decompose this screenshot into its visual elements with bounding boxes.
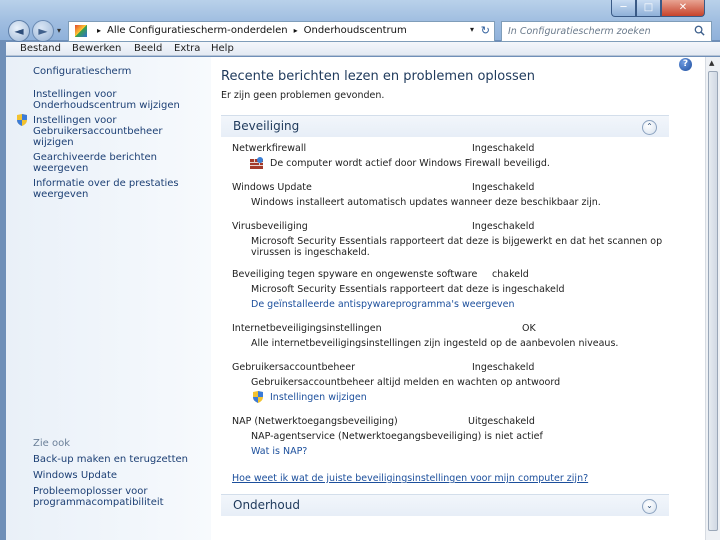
security-item-description: De computer wordt actief door Windows Fi… <box>270 158 550 169</box>
control-panel-icon <box>75 25 87 37</box>
expand-chevron-down-icon[interactable]: ⌄ <box>642 499 657 514</box>
security-item-description: Gebruikersaccountbeheer altijd melden en… <box>251 377 561 388</box>
maintenance-section-header[interactable]: Onderhoud ⌄ <box>221 494 669 516</box>
page-subtitle: Er zijn geen problemen gevonden. <box>221 90 385 101</box>
page-title: Recente berichten lezen en problemen opl… <box>221 69 536 84</box>
change-uac-settings-link[interactable]: Instellingen wijzigen <box>270 392 367 403</box>
security-section-header[interactable]: Beveiliging ⌃ <box>221 115 669 137</box>
breadcrumb-separator-icon[interactable]: ▸ <box>294 26 298 35</box>
view-antispyware-programs-link[interactable]: De geïnstalleerde antispywareprogramma's… <box>251 299 515 310</box>
security-item-description: Windows installeert automatisch updates … <box>251 197 601 208</box>
forward-button[interactable]: ► <box>32 20 54 42</box>
scroll-up-arrow-icon[interactable]: ▲ <box>709 59 714 67</box>
see-also-backup-restore[interactable]: Back-up maken en terugzetten <box>33 454 193 465</box>
security-item-status: Ingeschakeld <box>472 362 535 373</box>
security-item-description: Microsoft Security Essentials rapporteer… <box>251 284 565 295</box>
sidebar: Configuratiescherm Instellingen voor Ond… <box>6 57 211 540</box>
menu-file[interactable]: Bestand <box>20 43 61 54</box>
security-item-status: Uitgeschakeld <box>468 416 535 427</box>
menu-bar: Bestand Bewerken Beeld Extra Help <box>6 42 720 56</box>
security-item-name: Beveiliging tegen spyware en ongewenste … <box>232 269 478 280</box>
menu-edit[interactable]: Bewerken <box>72 43 121 54</box>
back-button[interactable]: ◄ <box>8 20 30 42</box>
security-section-title[interactable]: Beveiliging <box>233 119 299 133</box>
sidebar-home-link[interactable]: Configuratiescherm <box>33 66 193 77</box>
uac-shield-icon <box>253 391 263 403</box>
security-item-status: OK <box>522 323 536 334</box>
menu-help[interactable]: Help <box>211 43 234 54</box>
security-item-name: Netwerkfirewall <box>232 143 307 154</box>
security-item-status: Ingeschakeld <box>472 182 535 193</box>
scroll-thumb[interactable] <box>708 71 718 531</box>
security-item-status: Ingeschakeld <box>472 143 535 154</box>
security-item-description: NAP-agentservice (Netwerktoegangsbeveili… <box>251 431 543 442</box>
address-dropdown-icon[interactable]: ▾ <box>470 25 474 34</box>
firewall-icon <box>250 157 263 169</box>
breadcrumb-item-all-control-panel-items[interactable]: Alle Configuratiescherm-onderdelen <box>107 25 288 36</box>
breadcrumb-separator-icon[interactable]: ▸ <box>97 26 101 35</box>
refresh-icon[interactable]: ↻ <box>481 24 490 37</box>
maintenance-section-title[interactable]: Onderhoud <box>233 498 300 512</box>
help-icon[interactable]: ? <box>679 58 692 71</box>
collapse-chevron-up-icon[interactable]: ⌃ <box>642 120 657 135</box>
see-also-compatibility-troubleshooter[interactable]: Probleemoplosser voor programmacompatibi… <box>33 486 193 508</box>
security-item-status: chakeld <box>492 269 529 280</box>
see-also-windows-update[interactable]: Windows Update <box>33 470 193 481</box>
security-item-name: Internetbeveiligingsinstellingen <box>232 323 382 334</box>
breadcrumb-item-action-center[interactable]: Onderhoudscentrum <box>304 25 407 36</box>
what-is-nap-link[interactable]: Wat is NAP? <box>251 446 307 457</box>
search-placeholder: In Configuratiescherm zoeken <box>508 26 651 37</box>
address-bar[interactable]: ▸ Alle Configuratiescherm-onderdelen ▸ Onde… <box>68 21 495 42</box>
close-button[interactable]: ✕ <box>661 0 705 17</box>
sidebar-link-change-action-center-settings[interactable]: Instellingen voor Onderhoudscentrum wijz… <box>33 89 193 111</box>
main-content: ? Recente berichten lezen en problemen o… <box>211 57 705 540</box>
security-item-name: Virusbeveiliging <box>232 221 308 232</box>
menu-tools[interactable]: Extra <box>174 43 200 54</box>
menu-view[interactable]: Beeld <box>134 43 162 54</box>
window-titlebar: ─ □ ✕ ◄ ► ▾ ▸ Alle Configuratiescherm-ond… <box>0 0 720 42</box>
security-item-description: Microsoft Security Essentials rapporteer… <box>251 236 663 258</box>
maximize-button[interactable]: □ <box>636 0 661 17</box>
recent-pages-dropdown-icon[interactable]: ▾ <box>57 26 61 35</box>
security-item-description: Alle internetbeveiligingsinstellingen zi… <box>251 338 619 349</box>
security-settings-help-link[interactable]: Hoe weet ik wat de juiste beveiligingsin… <box>232 473 588 484</box>
search-icon[interactable] <box>694 25 705 36</box>
see-also-heading: Zie ook <box>33 438 70 449</box>
security-item-name: Gebruikersaccountbeheer <box>232 362 356 373</box>
uac-shield-icon <box>17 114 27 126</box>
search-input[interactable]: In Configuratiescherm zoeken <box>501 21 712 42</box>
sidebar-link-performance-info[interactable]: Informatie over de prestaties weergeven <box>33 178 193 200</box>
breadcrumb[interactable]: ▸ Alle Configuratiescherm-onderdelen ▸ Onde… <box>91 25 407 36</box>
minimize-button[interactable]: ─ <box>611 0 636 17</box>
security-item-name: NAP (Netwerktoegangsbeveiliging) <box>232 416 398 427</box>
vertical-scrollbar[interactable]: ▲ <box>705 57 720 540</box>
sidebar-link-archived-messages[interactable]: Gearchiveerde berichten weergeven <box>33 152 193 174</box>
sidebar-link-change-uac-settings[interactable]: Instellingen voor Gebruikersaccountbehee… <box>33 115 193 148</box>
security-item-status: Ingeschakeld <box>472 221 535 232</box>
security-item-name: Windows Update <box>232 182 312 193</box>
